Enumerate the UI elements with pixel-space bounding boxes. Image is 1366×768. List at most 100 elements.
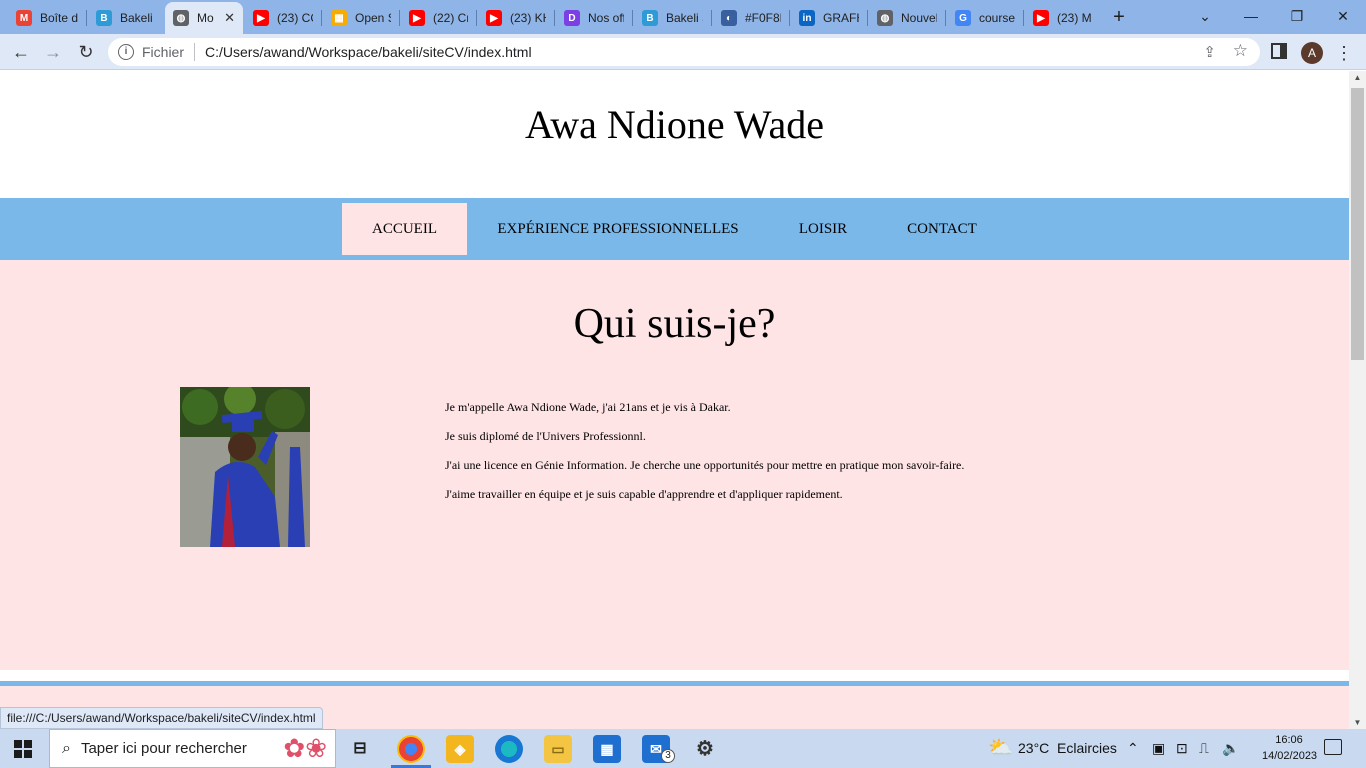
tab-title: Nouvel — [901, 11, 937, 25]
gmail-icon: M — [16, 10, 32, 26]
chrome-taskbar-icon[interactable] — [397, 735, 425, 763]
tab-strip: M Boîte d B Bakeli S ◍ Mo ✕ ▶ (23) CC ▦ Open S ▶ (22… — [0, 0, 1366, 34]
youtube-icon: ▶ — [409, 10, 425, 26]
graduate-photo-image — [180, 387, 310, 547]
close-window-button[interactable]: ✕ — [1320, 0, 1366, 34]
browser-tab[interactable]: in GRAFH — [791, 4, 867, 32]
tab-title: GRAFH — [823, 11, 859, 25]
windows-start-icon[interactable] — [14, 740, 32, 758]
norton-icon[interactable]: ◈ — [446, 735, 474, 763]
mail-badge: 3 — [661, 749, 675, 763]
scroll-up-arrow-icon[interactable]: ▲ — [1349, 73, 1366, 82]
browser-tab[interactable]: ▶ (23) CC — [245, 4, 321, 32]
tab-separator — [321, 10, 322, 26]
meet-now-icon[interactable]: ▣ — [1152, 729, 1165, 768]
tray-chevron-up-icon[interactable]: ⌃ — [1127, 729, 1139, 768]
globe-icon: ◍ — [173, 10, 189, 26]
color-icon: ◐ — [721, 10, 737, 26]
tab-separator — [711, 10, 712, 26]
clock-date: 14/02/2023 — [1262, 750, 1318, 762]
weather-desc[interactable]: Eclaircies — [1057, 729, 1117, 768]
tab-title: Mo — [197, 11, 214, 25]
browser-tab[interactable]: ▶ (23) M — [1025, 4, 1101, 32]
bakeli-icon: B — [96, 10, 112, 26]
google-icon: G — [955, 10, 971, 26]
nav-accueil[interactable]: ACCUEIL — [342, 203, 467, 255]
settings-gear-icon[interactable]: ⚙ — [691, 735, 719, 763]
restore-button[interactable]: ❐ — [1274, 0, 1320, 34]
tab-title: (23) CC — [277, 11, 313, 25]
flowers-icon: ✿❀ — [283, 733, 327, 763]
weather-temp[interactable]: 23°C — [1018, 729, 1049, 768]
open-icon: ▦ — [331, 10, 347, 26]
about-section: Qui suis-je? Je m'appelle Awa Ndione Wad… — [0, 260, 1349, 670]
search-icon: ⌕ — [62, 739, 71, 757]
tab-title: #F0F8F — [745, 11, 781, 25]
browser-tab[interactable]: ◍ Nouvel — [869, 4, 945, 32]
site-title: Awa Ndione Wade — [525, 102, 824, 147]
browser-tab[interactable]: M Boîte d — [8, 4, 86, 32]
taskbar-clock[interactable]: 16:06 14/02/2023 — [1262, 732, 1318, 764]
tab-separator — [399, 10, 400, 26]
youtube-icon: ▶ — [486, 10, 502, 26]
edge-icon[interactable] — [495, 735, 523, 763]
taskbar-search-placeholder: Taper ici pour rechercher — [80, 740, 247, 757]
bookmark-star-icon[interactable]: ☆ — [1233, 41, 1248, 61]
volume-icon[interactable]: 🔈 — [1222, 729, 1239, 768]
browser-tab[interactable]: ◍ Mo ✕ — [165, 2, 243, 34]
nav-experience[interactable]: EXPÉRIENCE PROFESSIONNELLES — [490, 203, 746, 255]
site-nav: ACCUEIL EXPÉRIENCE PROFESSIONNELLES LOIS… — [0, 198, 1349, 260]
store-icon[interactable]: ▦ — [593, 735, 621, 763]
info-icon[interactable]: i — [118, 44, 134, 60]
taskbar-search-box[interactable]: ⌕ Taper ici pour rechercher ✿❀ — [49, 729, 336, 768]
browser-menu-icon[interactable]: ⋮ — [1334, 40, 1354, 66]
tab-separator — [867, 10, 868, 26]
browser-tab[interactable]: ▶ (23) KH — [478, 4, 554, 32]
close-tab-icon[interactable]: ✕ — [218, 10, 235, 26]
notifications-icon[interactable] — [1324, 739, 1342, 755]
address-url[interactable]: C:/Users/awand/Workspace/bakeli/siteCV/i… — [205, 44, 532, 60]
tab-search-dropdown-icon[interactable]: ⌄ — [1182, 0, 1228, 34]
nav-loisir[interactable]: LOISIR — [790, 203, 856, 255]
minimize-button[interactable]: — — [1228, 0, 1274, 34]
tab-title: (23) KH — [510, 11, 546, 25]
tab-separator — [632, 10, 633, 26]
about-paragraph: Je suis diplomé de l'Univers Professionn… — [445, 429, 646, 443]
browser-tab[interactable]: ▶ (22) Cr — [401, 4, 476, 32]
forward-button[interactable]: → — [40, 39, 66, 65]
clock-time: 16:06 — [1275, 734, 1303, 746]
nav-contact[interactable]: CONTACT — [900, 203, 984, 255]
address-bar[interactable]: i Fichier C:/Users/awand/Workspace/bakel… — [108, 38, 1260, 66]
tab-title: (23) M — [1057, 11, 1092, 25]
tab-title: (22) Cr — [433, 11, 468, 25]
tab-separator — [554, 10, 555, 26]
linkedin-icon: in — [799, 10, 815, 26]
share-icon[interactable]: ⇪ — [1203, 43, 1216, 61]
page-scrollbar[interactable]: ▲ ▼ — [1349, 71, 1366, 729]
scrollbar-thumb[interactable] — [1351, 88, 1364, 360]
side-panel-icon[interactable] — [1271, 43, 1287, 59]
browser-toolbar: ← → ↻ i Fichier C:/Users/awand/Workspace… — [0, 34, 1366, 70]
about-text: Je m'appelle Awa Ndione Wade, j'ai 21ans… — [445, 400, 964, 516]
task-view-icon[interactable]: ⊟ — [346, 735, 374, 763]
profile-avatar[interactable]: A — [1301, 42, 1323, 64]
browser-tab[interactable]: ▦ Open S — [323, 4, 399, 32]
reload-button[interactable]: ↻ — [73, 39, 99, 65]
security-icon[interactable]: ⊡ — [1176, 729, 1188, 768]
tab-title: Open S — [355, 11, 391, 25]
file-explorer-icon[interactable]: ▭ — [544, 735, 572, 763]
browser-tab[interactable]: Gcourse — [947, 4, 1023, 32]
browser-tab[interactable]: B Bakeli S — [88, 4, 164, 32]
tab-title: course — [979, 11, 1015, 25]
browser-tab[interactable]: ◐ #F0F8F — [713, 4, 789, 32]
scheme-label: Fichier — [142, 44, 185, 60]
browser-tab[interactable]: D Nos off — [556, 4, 632, 32]
chrome-icon: ◍ — [877, 10, 893, 26]
new-tab-button[interactable]: + — [1108, 6, 1130, 28]
scroll-down-arrow-icon[interactable]: ▼ — [1349, 718, 1366, 727]
browser-tab[interactable]: B Bakeli S — [634, 4, 711, 32]
back-button[interactable]: ← — [8, 39, 34, 65]
weather-sun-icon[interactable]: ⛅ — [988, 729, 1013, 768]
network-icon[interactable]: ⎍ — [1199, 729, 1209, 768]
address-divider — [194, 43, 196, 61]
